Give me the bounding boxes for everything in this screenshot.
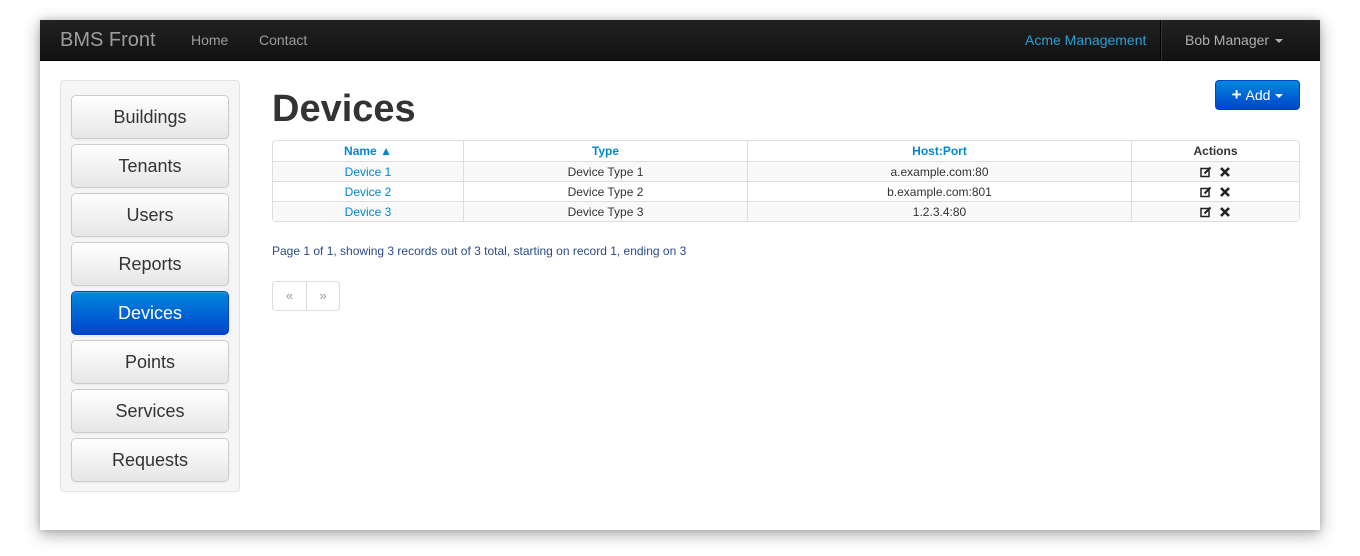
edit-icon[interactable] [1200, 166, 1212, 178]
sidebar: Buildings Tenants Users Reports Devices … [60, 80, 240, 492]
device-name-link[interactable]: Device 2 [345, 185, 392, 199]
nav-home-link[interactable]: Home [191, 32, 228, 48]
column-header-actions: Actions [1131, 141, 1299, 161]
sidebar-item-points[interactable]: Points [71, 340, 229, 384]
pagination-summary: Page 1 of 1, showing 3 records out of 3 … [272, 244, 687, 258]
page-title: Devices [272, 88, 416, 130]
device-host-cell: a.example.com:80 [747, 161, 1131, 181]
navbar: BMS Front Home Contact Acme Management B… [40, 20, 1320, 61]
nav-divider [1160, 20, 1161, 61]
pagination-next-button[interactable]: » [306, 282, 339, 310]
pagination-prev-button[interactable]: « [273, 282, 306, 310]
device-host-cell: b.example.com:801 [747, 181, 1131, 201]
sidebar-item-buildings[interactable]: Buildings [71, 95, 229, 139]
sidebar-item-tenants[interactable]: Tenants [71, 144, 229, 188]
column-header-type[interactable]: Type [463, 141, 747, 161]
device-name-link[interactable]: Device 3 [345, 205, 392, 219]
add-button[interactable]: + Add [1215, 80, 1300, 110]
device-host-cell: 1.2.3.4:80 [747, 201, 1131, 221]
brand[interactable]: BMS Front [60, 29, 156, 52]
add-button-label: Add [1245, 87, 1271, 103]
column-header-host-port[interactable]: Host:Port [747, 141, 1131, 161]
device-type-cell: Device Type 2 [463, 181, 747, 201]
app-window: BMS Front Home Contact Acme Management B… [40, 20, 1320, 530]
device-type-cell: Device Type 3 [463, 201, 747, 221]
nav-contact-link[interactable]: Contact [259, 32, 307, 48]
actions-cell [1131, 181, 1299, 201]
table-row: Device 2 Device Type 2 b.example.com:801 [273, 181, 1299, 201]
org-link[interactable]: Acme Management [1025, 32, 1146, 48]
delete-icon[interactable] [1219, 166, 1231, 178]
delete-icon[interactable] [1219, 186, 1231, 198]
sidebar-item-reports[interactable]: Reports [71, 242, 229, 286]
chevron-down-icon [1275, 94, 1284, 99]
chevron-down-icon [1275, 39, 1284, 44]
sidebar-item-users[interactable]: Users [71, 193, 229, 237]
table-row: Device 1 Device Type 1 a.example.com:80 [273, 161, 1299, 181]
sidebar-item-devices[interactable]: Devices [71, 291, 229, 335]
edit-icon[interactable] [1200, 186, 1212, 198]
plus-icon: + [1231, 85, 1242, 104]
pagination: « » [272, 281, 340, 311]
devices-table: Name ▲ Type Host:Port Actions Device 1 D… [272, 140, 1300, 222]
sidebar-item-services[interactable]: Services [71, 389, 229, 433]
table-header-row: Name ▲ Type Host:Port Actions [273, 141, 1299, 161]
delete-icon[interactable] [1219, 206, 1231, 218]
device-name-link[interactable]: Device 1 [345, 165, 392, 179]
column-header-name[interactable]: Name ▲ [273, 141, 463, 161]
user-name: Bob Manager [1185, 32, 1270, 48]
actions-cell [1131, 201, 1299, 221]
edit-icon[interactable] [1200, 206, 1212, 218]
actions-cell [1131, 161, 1299, 181]
table-row: Device 3 Device Type 3 1.2.3.4:80 [273, 201, 1299, 221]
sidebar-item-requests[interactable]: Requests [71, 438, 229, 482]
user-menu[interactable]: Bob Manager [1185, 32, 1284, 48]
device-type-cell: Device Type 1 [463, 161, 747, 181]
